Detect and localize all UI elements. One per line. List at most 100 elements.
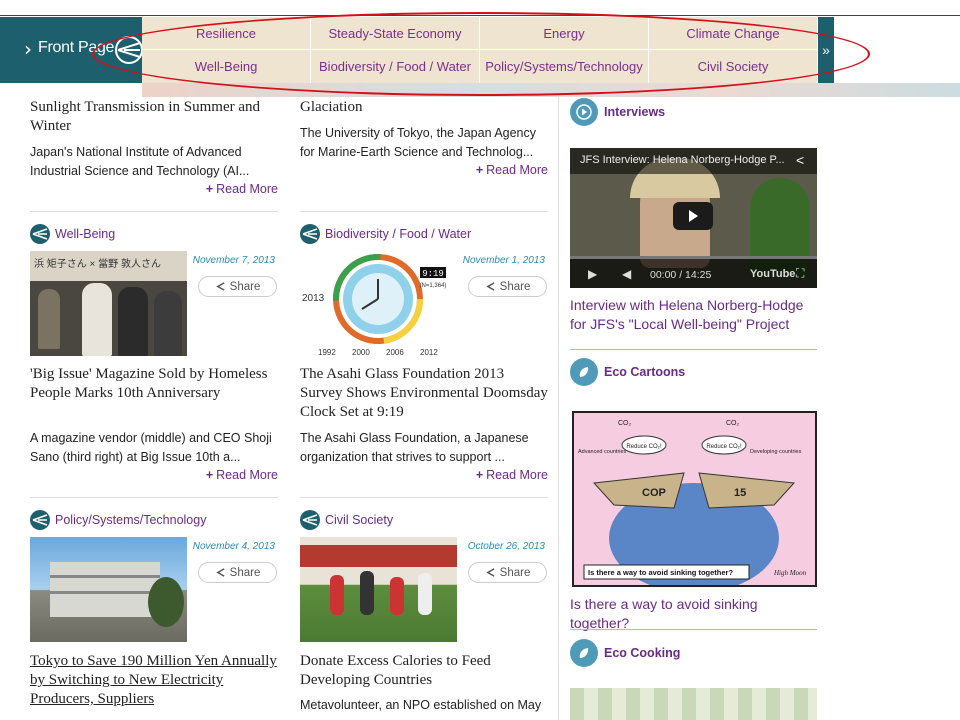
read-more-link[interactable]: + Read More (476, 468, 548, 482)
read-more-link[interactable]: + Read More (476, 163, 548, 177)
category-link-biodiversity[interactable]: Biodiversity / Food / Water (300, 224, 471, 244)
article-card: Sunlight Transmission in Summer and Wint… (30, 98, 278, 202)
chevron-right-icon: › (24, 37, 32, 61)
year-tick: 2012 (420, 348, 438, 356)
read-more-label: Read More (216, 468, 278, 482)
category-label: Well-Being (55, 227, 116, 241)
article-title[interactable]: 'Big Issue' Magazine Sold by Homeless Pe… (30, 365, 278, 403)
tree-shape (148, 577, 184, 627)
plus-icon: + (205, 182, 214, 196)
front-page-link[interactable]: › Front Page (0, 17, 143, 83)
cartoon-text: Reduce CO₂! (626, 444, 662, 450)
divider (30, 497, 278, 498)
cartoon-link[interactable]: Is there a way to avoid sinking together… (570, 595, 820, 633)
person-figure (118, 287, 148, 356)
category-link-civil-society[interactable]: Civil Society (300, 510, 393, 530)
cartoon-text: CO₂ (618, 420, 632, 427)
article-excerpt: The Asahi Glass Foundation, a Japanese o… (300, 431, 529, 464)
nav-civil-society[interactable]: Civil Society (649, 50, 818, 83)
article-title[interactable]: Glaciation (300, 98, 548, 117)
fullscreen-icon[interactable]: ⛶ (796, 266, 804, 281)
category-link-policy[interactable]: Policy/Systems/Technology (30, 510, 206, 530)
nav-climate-change[interactable]: Climate Change (649, 17, 818, 50)
share-label: Share (229, 566, 261, 579)
nav-energy[interactable]: Energy (480, 17, 649, 50)
building-shape (50, 562, 160, 617)
share-icon[interactable]: < (796, 152, 804, 168)
person-figure (38, 289, 60, 349)
article-excerpt: Japan's National Institute of Advanced I… (30, 145, 250, 178)
category-label: Biodiversity / Food / Water (325, 227, 472, 241)
cartoon-text: Advanced countries (578, 449, 627, 455)
cooking-image[interactable] (570, 688, 817, 720)
eco-cooking-heading[interactable]: Eco Cooking (570, 639, 680, 667)
article-card: Civil Society October 26, 2013 Share Don… (300, 508, 548, 720)
header-decorative-stripe (142, 83, 960, 97)
divider (300, 497, 548, 498)
article-card: Well-Being 浜 矩子さん × 當野 敦人さん November 7, … (30, 222, 278, 502)
article-excerpt: A magazine vendor (middle) and CEO Shoji… (30, 431, 272, 464)
nav-more-button[interactable]: » (818, 17, 834, 83)
nav-well-being[interactable]: Well-Being (142, 50, 311, 83)
divider (570, 629, 817, 630)
cartoon-caption: Is there a way to avoid sinking together… (588, 568, 733, 577)
year-tick: 2006 (386, 348, 404, 356)
article-date: October 26, 2013 (467, 541, 545, 552)
person-figure (390, 577, 404, 615)
interview-link[interactable]: Interview with Helena Norberg-Hodge for … (570, 296, 820, 334)
eco-cartoons-label: Eco Cartoons (604, 365, 686, 379)
nav-steady-state-economy[interactable]: Steady-State Economy (311, 17, 480, 50)
article-title[interactable]: The Asahi Glass Foundation 2013 Survey S… (300, 365, 548, 422)
clock-year-text: 2013 (302, 293, 325, 304)
share-button[interactable]: Share (468, 276, 547, 297)
video-player[interactable]: JFS Interview: Helena Norberg-Hodge P...… (570, 148, 817, 288)
divider (30, 211, 278, 212)
read-more-link[interactable]: + Read More (206, 182, 278, 196)
read-more-label: Read More (216, 182, 278, 196)
article-thumbnail[interactable]: 浜 矩子さん × 當野 敦人さん (30, 251, 187, 356)
category-link-well-being[interactable]: Well-Being (30, 224, 115, 244)
share-label: Share (499, 280, 531, 293)
volume-icon[interactable]: ◀ (622, 267, 631, 281)
article-title[interactable]: Donate Excess Calories to Feed Developin… (300, 652, 548, 690)
building-stripe (50, 591, 160, 594)
share-button[interactable]: Share (198, 276, 277, 297)
share-icon (215, 568, 225, 577)
doomsday-clock-graphic: 9:19 (N=1,364) 2013 1992 2000 2006 2012 (302, 254, 447, 356)
article-date: November 1, 2013 (462, 255, 545, 266)
banner-text: 浜 矩子さん × 當野 敦人さん (34, 259, 161, 270)
eco-cooking-label: Eco Cooking (604, 646, 681, 660)
building-stripe (50, 575, 160, 578)
share-icon (485, 568, 495, 577)
person-figure (330, 575, 344, 615)
top-border (0, 15, 960, 16)
play-button[interactable] (673, 202, 713, 230)
cartoon-signature: High Moon (773, 569, 807, 577)
share-button[interactable]: Share (468, 562, 547, 583)
article-thumbnail[interactable] (30, 537, 187, 642)
youtube-logo[interactable]: YouTube (750, 268, 795, 280)
nav-resilience[interactable]: Resilience (142, 17, 311, 50)
interviews-heading[interactable]: Interviews (570, 98, 665, 126)
category-icon (300, 510, 320, 530)
share-label: Share (229, 280, 261, 293)
read-more-link[interactable]: + Read More (206, 468, 278, 482)
eco-cartoons-heading[interactable]: Eco Cartoons (570, 358, 685, 386)
article-thumbnail[interactable]: 9:19 (N=1,364) 2013 1992 2000 2006 2012 (300, 251, 457, 356)
category-grid: Resilience Steady-State Economy Energy C… (142, 17, 818, 83)
share-button[interactable]: Share (198, 562, 277, 583)
play-control-icon[interactable]: ▶ (588, 267, 597, 281)
year-tick: 2000 (352, 348, 370, 356)
article-title[interactable]: Sunlight Transmission in Summer and Wint… (30, 98, 278, 136)
article-thumbnail[interactable] (300, 537, 457, 642)
clock-time-text: 9:19 (422, 269, 444, 279)
cartoon-text: Developing countries (750, 449, 802, 455)
article-title[interactable]: Tokyo to Save 190 Million Yen Annually b… (30, 652, 278, 709)
video-title: JFS Interview: Helena Norberg-Hodge P... (580, 154, 785, 166)
nav-biodiversity-food-water[interactable]: Biodiversity / Food / Water (311, 50, 480, 83)
nav-policy-systems-technology[interactable]: Policy/Systems/Technology (480, 50, 649, 83)
play-icon (689, 210, 698, 222)
cartoon-image[interactable]: COP 15 Reduce CO₂! Reduce CO₂! Advanced … (572, 411, 817, 587)
plus-icon: + (475, 468, 484, 482)
clock-count-text: (N=1,364) (420, 283, 447, 289)
